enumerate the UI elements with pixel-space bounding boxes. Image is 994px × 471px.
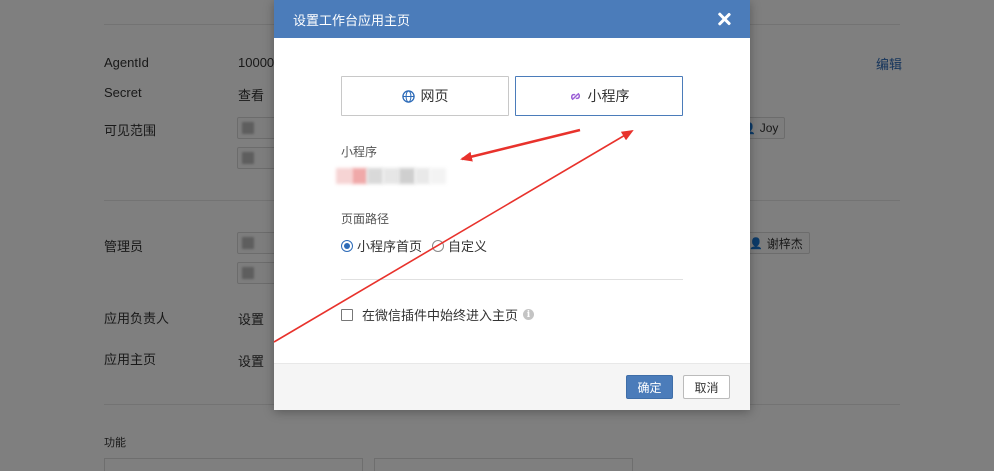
miniprogram-value-redacted xyxy=(336,168,447,184)
cancel-button[interactable]: 取消 xyxy=(683,375,730,399)
tab-webpage[interactable]: 网页 xyxy=(341,76,509,116)
always-enter-homepage-label: 在微信插件中始终进入主页 xyxy=(362,308,519,323)
radio-miniprogram-home[interactable] xyxy=(341,239,353,252)
dialog-divider xyxy=(341,279,683,280)
always-enter-homepage-checkbox[interactable] xyxy=(341,308,353,321)
homepage-settings-dialog: 设置工作台应用主页 网页 小程序 小程序 页面路径 小程序首页 自定义 在微信插… xyxy=(274,0,750,410)
dialog-header: 设置工作台应用主页 xyxy=(274,0,750,38)
tab-webpage-label: 网页 xyxy=(420,88,449,104)
homepage-type-tabs: 网页 小程序 xyxy=(341,76,683,116)
globe-icon xyxy=(401,89,415,103)
page-path-radio-group: 小程序首页 自定义 xyxy=(341,236,487,255)
dialog-footer: 确定 取消 xyxy=(274,363,750,410)
miniprogram-field-label: 小程序 xyxy=(341,145,378,159)
radio-custom[interactable] xyxy=(432,239,445,252)
radio-miniprogram-home-label: 小程序首页 xyxy=(357,239,423,254)
confirm-button[interactable]: 确定 xyxy=(626,375,673,399)
page-path-label: 页面路径 xyxy=(341,212,390,226)
radio-custom-label: 自定义 xyxy=(448,239,488,254)
close-icon[interactable] xyxy=(716,11,732,27)
always-enter-homepage-option: 在微信插件中始终进入主页 i xyxy=(341,305,535,324)
tab-miniprogram[interactable]: 小程序 xyxy=(515,76,683,116)
info-icon[interactable]: i xyxy=(523,309,535,320)
dialog-title: 设置工作台应用主页 xyxy=(293,12,411,28)
link-icon xyxy=(570,92,580,100)
tab-miniprogram-label: 小程序 xyxy=(587,88,630,104)
